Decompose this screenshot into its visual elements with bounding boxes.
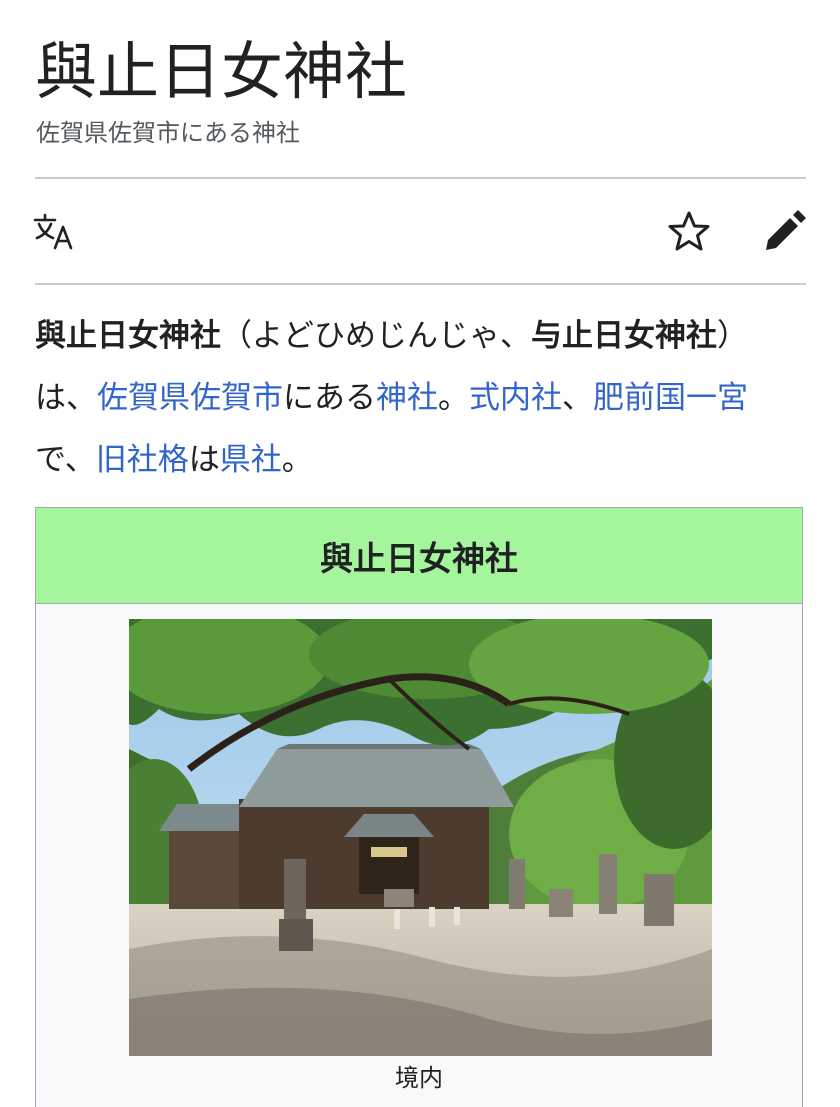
bold-alt-title: 与止日女神社 [531,318,717,354]
lead-text: にある [283,380,376,416]
link-hizen-ichinomiya[interactable]: 肥前国一宮 [593,380,748,416]
bold-title: 與止日女神社 [35,318,221,354]
lead-text: 。 [281,442,313,478]
link-jinja[interactable]: 神社 [376,380,438,416]
link-kensha[interactable]: 県社 [220,442,282,478]
link-saga-city[interactable]: 佐賀県佐賀市 [97,380,283,416]
infobox: 與止日女神社 境内 [35,507,803,1107]
lead-paragraph: 與止日女神社（よどひめじんじゃ、与止日女神社）は、佐賀県佐賀市にある神社。式内社… [35,305,805,491]
translate-icon[interactable] [30,208,78,256]
shrine-photo[interactable] [129,619,712,1056]
article-page: 與止日女神社 佐賀県佐賀市にある神社 與止日女神社（よどひめじんじゃ、与止日女神… [0,0,840,1107]
page-description: 佐賀県佐賀市にある神社 [36,119,300,147]
page-title: 與止日女神社 [35,35,408,108]
photo-caption: 境内 [395,1064,443,1092]
infobox-title: 與止日女神社 [36,508,802,604]
star-icon[interactable] [665,208,713,256]
header-divider-bottom [35,283,806,285]
lead-text: （よどひめじんじゃ、 [221,318,531,354]
link-shikinaisha[interactable]: 式内社 [469,380,562,416]
pencil-icon[interactable] [760,208,808,256]
lead-text: 、 [562,380,593,416]
lead-text: は [188,442,220,478]
header-divider-top [35,177,806,179]
lead-text: で、 [35,442,96,478]
link-kyushakaku[interactable]: 旧社格 [96,442,189,478]
lead-text: 。 [438,380,469,416]
